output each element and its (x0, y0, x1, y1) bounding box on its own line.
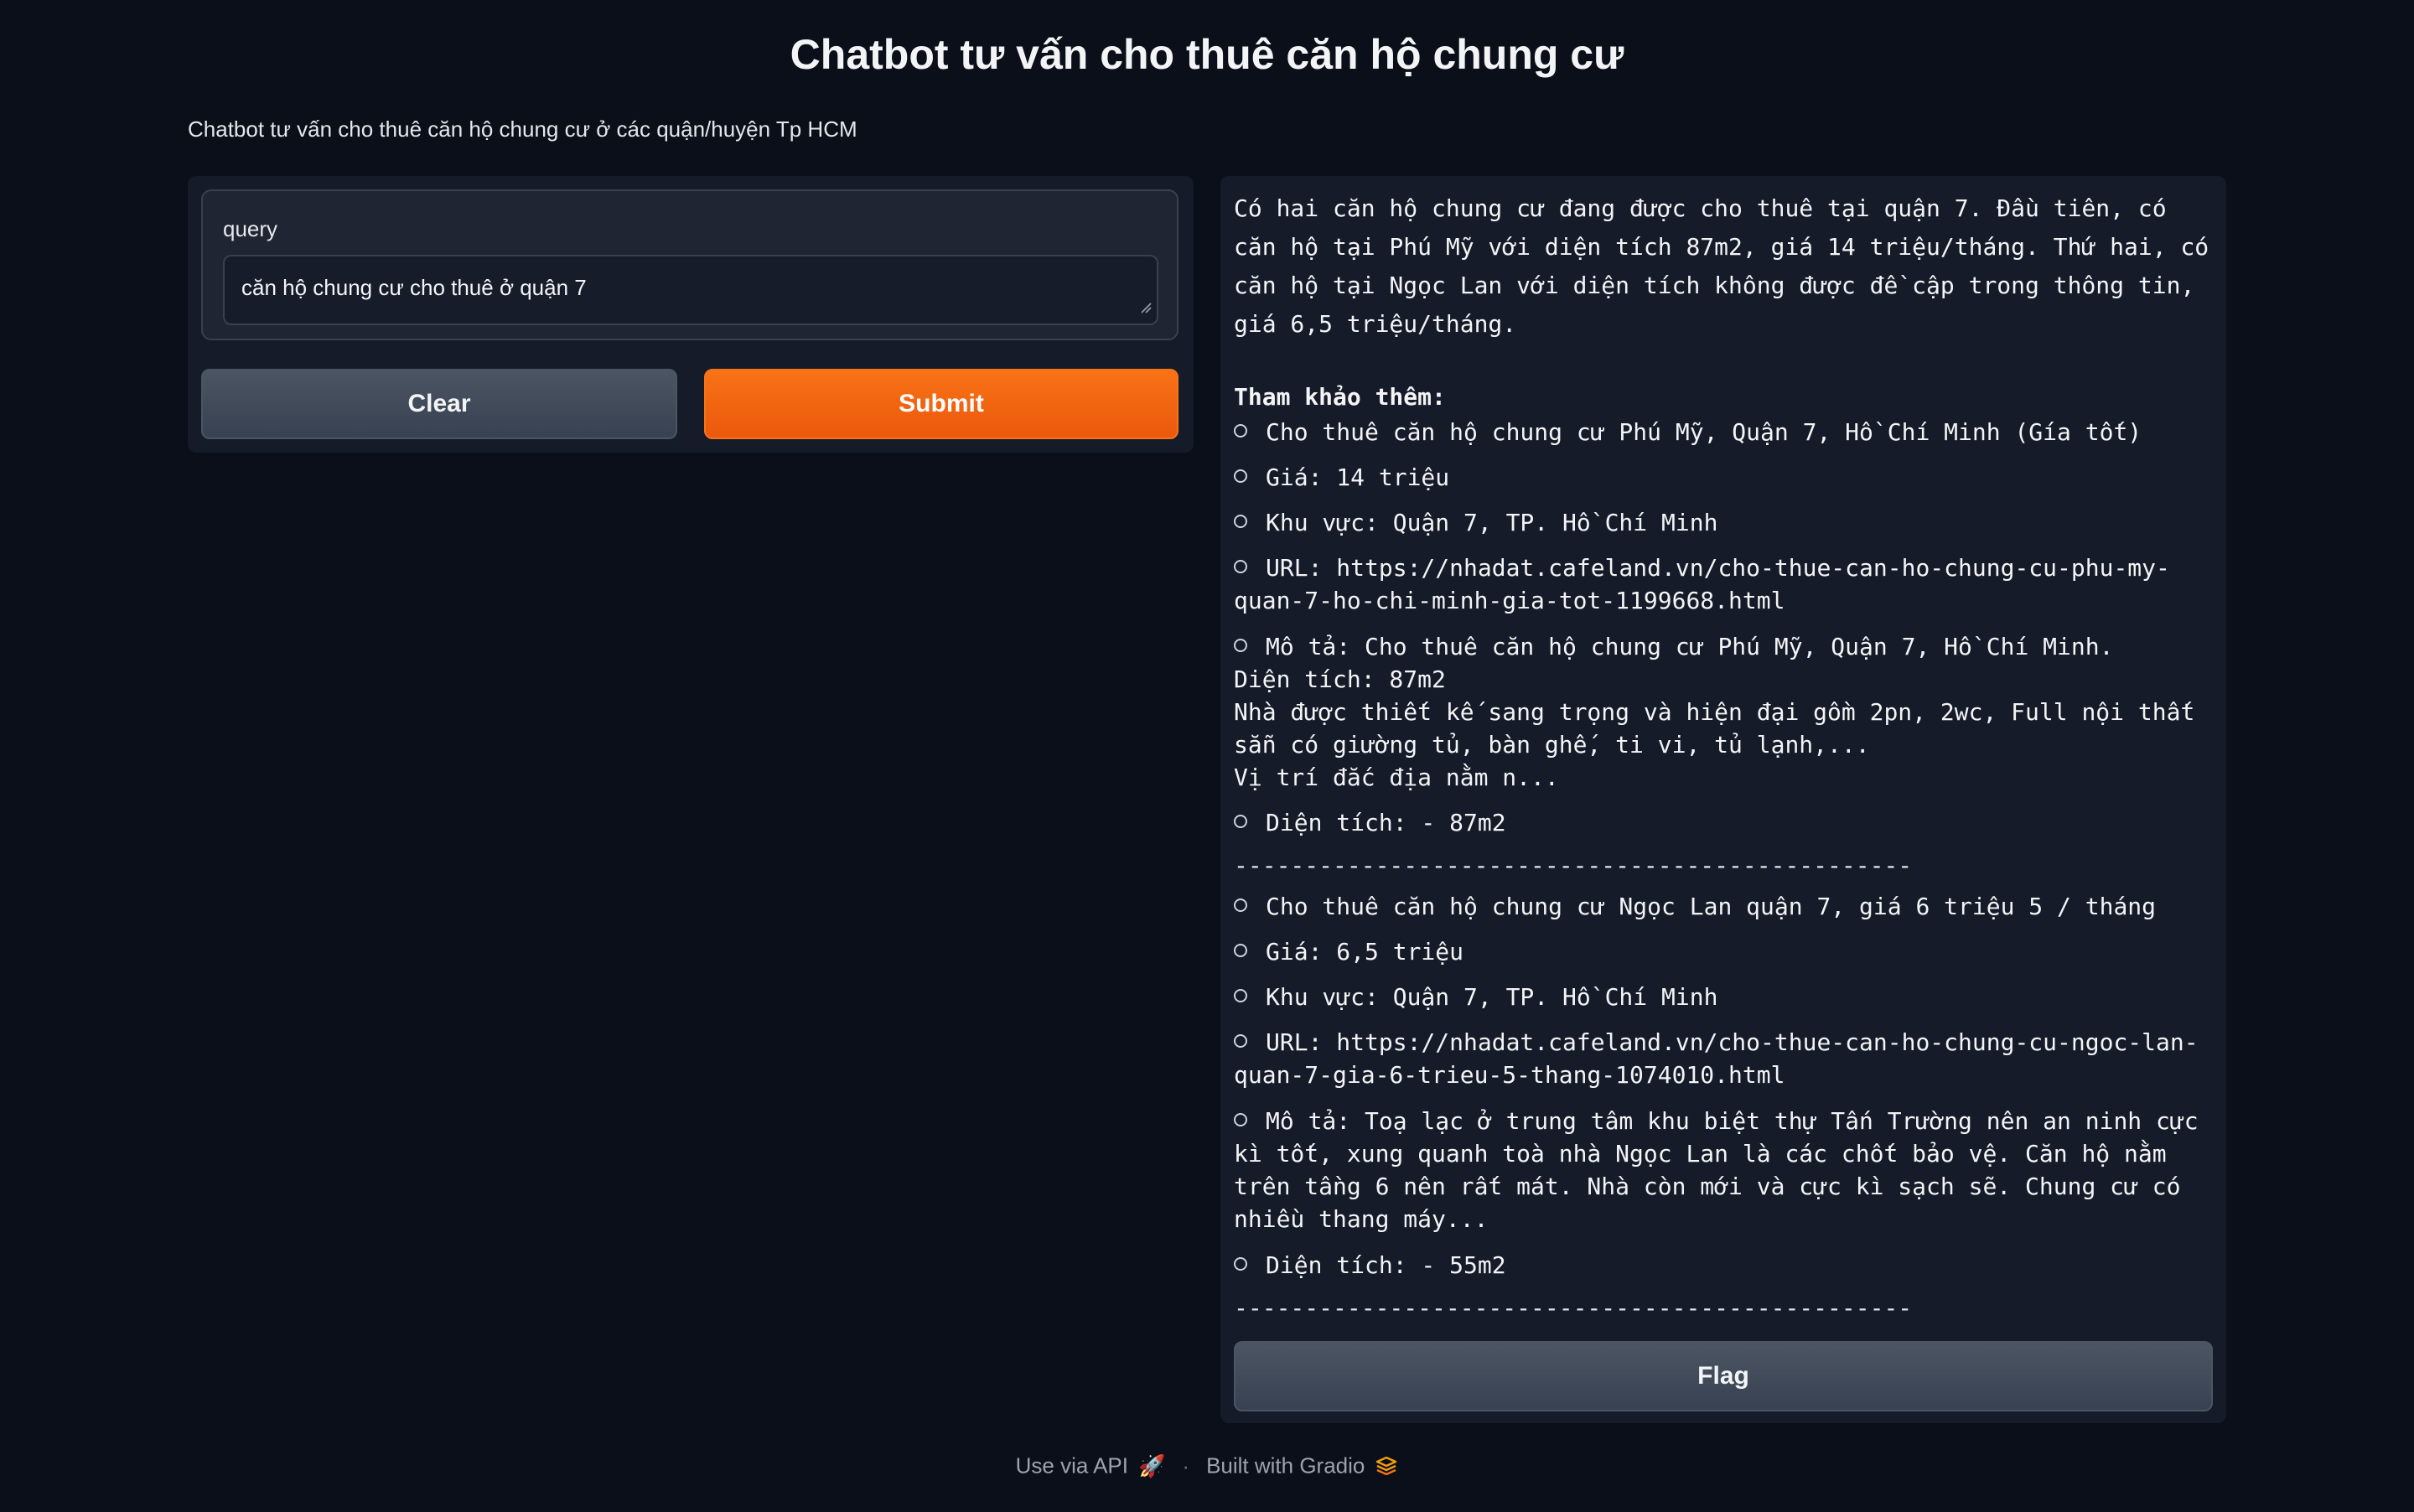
bullet-icon (1234, 424, 1247, 438)
listing-url[interactable]: URL: https://nhadat.cafeland.vn/cho-thue… (1266, 1028, 2199, 1056)
query-label: query (223, 216, 278, 241)
list-item: Mô tả: Toạ lạc ở trung tâm khu biệt thự … (1234, 1105, 2215, 1137)
bullet-icon (1234, 515, 1247, 528)
bullet-icon (1234, 944, 1247, 957)
listing-desc-line: Vị trí đắc địa nằm n... (1234, 764, 1559, 791)
footer-separator: · (1182, 1452, 1190, 1478)
listing-desc: Mô tả: Toạ lạc ở trung tâm khu biệt thự … (1266, 1107, 2199, 1135)
listing-desc: Mô tả: Cho thuê căn hộ chung cư Phú Mỹ, … (1266, 633, 2114, 660)
resize-grip-icon[interactable] (1140, 302, 1152, 313)
use-via-api-link[interactable]: Use via API (1016, 1453, 1128, 1478)
listing-size: Diện tích: - 55m2 (1266, 1251, 1506, 1279)
listing-size: Diện tích: - 87m2 (1266, 809, 1506, 836)
list-item: Khu vực: Quận 7, TP. Hồ Chí Minh (1234, 506, 2215, 539)
list-item: Cho thuê căn hộ chung cư Phú Mỹ, Quận 7,… (1234, 416, 2215, 448)
page-title: Chatbot tư vấn cho thuê căn hộ chung cư (790, 31, 1624, 78)
list-item: Diện tích: - 55m2 (1234, 1249, 2215, 1282)
refs-title: Tham khảo thêm: (1234, 383, 1446, 411)
listing-desc-line: Diện tích: 87m2 (1234, 665, 1446, 693)
listing-price: Giá: 6,5 triệu (1266, 938, 1464, 966)
list-item: URL: https://nhadat.cafeland.vn/cho-thue… (1234, 551, 2215, 584)
listing-desc-line: kì tốt, xung quanh toà nhà Ngọc Lan là c… (1234, 1140, 2167, 1168)
listing-desc-line: sẵn có giường tủ, bàn ghế, ti vi, tủ lạn… (1234, 731, 1870, 759)
bullet-icon (1234, 898, 1247, 912)
bullet-icon (1234, 1113, 1247, 1126)
bullet-icon (1234, 1257, 1247, 1271)
listing-area: Khu vực: Quận 7, TP. Hồ Chí Minh (1266, 983, 1718, 1011)
query-input[interactable]: căn hộ chung cư cho thuê ở quận 7 (223, 255, 1158, 325)
listing-url-cont[interactable]: quan-7-gia-6-trieu-5-thang-1074010.html (1234, 1059, 2215, 1091)
listing-desc-line: nhiều thang máy... (1234, 1205, 1489, 1233)
bullet-icon (1234, 469, 1247, 483)
bullet-icon (1234, 815, 1247, 828)
gradio-logo-icon (1376, 1457, 1397, 1476)
list-item: Mô tả: Cho thuê căn hộ chung cư Phú Mỹ, … (1234, 630, 2215, 663)
list-item: Khu vực: Quận 7, TP. Hồ Chí Minh (1234, 981, 2215, 1013)
built-with-gradio-link[interactable]: Built with Gradio (1206, 1453, 1365, 1478)
listing-title: Cho thuê căn hộ chung cư Ngọc Lan quận 7… (1266, 893, 2157, 920)
listing-desc-line: Nhà được thiết kế sang trọng và hiện đại… (1234, 698, 2195, 726)
list-item: Giá: 6,5 triệu (1234, 935, 2215, 968)
bullet-icon (1234, 989, 1247, 1002)
list-item: URL: https://nhadat.cafeland.vn/cho-thue… (1234, 1026, 2215, 1059)
rocket-icon: 🚀 (1138, 1452, 1166, 1478)
listing-price: Giá: 14 triệu (1266, 463, 1450, 491)
output-panel: Có hai căn hộ chung cư đang được cho thu… (1220, 176, 2226, 1423)
footer: Use via API 🚀 · Built with Gradio (0, 1452, 2414, 1479)
list-item: Diện tích: - 87m2 (1234, 806, 2215, 839)
flag-button[interactable]: Flag (1234, 1341, 2213, 1411)
divider: ----------------------------------------… (1234, 852, 1913, 879)
answer-summary: Có hai căn hộ chung cư đang được cho thu… (1234, 194, 2209, 338)
listing-desc-line: trên tầng 6 nên rất mát. Nhà còn mới và … (1234, 1173, 2181, 1200)
submit-button[interactable]: Submit (704, 369, 1179, 439)
bullet-icon (1234, 1034, 1247, 1048)
listing-url[interactable]: URL: https://nhadat.cafeland.vn/cho-thue… (1266, 554, 2170, 582)
bullet-icon (1234, 639, 1247, 652)
query-block: query căn hộ chung cư cho thuê ở quận 7 (201, 189, 1179, 340)
listing-title: Cho thuê căn hộ chung cư Phú Mỹ, Quận 7,… (1266, 418, 2142, 446)
listing-area: Khu vực: Quận 7, TP. Hồ Chí Minh (1266, 509, 1718, 536)
listing-url-cont[interactable]: quan-7-ho-chi-minh-gia-tot-1199668.html (1234, 584, 2215, 617)
clear-button[interactable]: Clear (201, 369, 677, 439)
divider: ----------------------------------------… (1234, 1294, 1913, 1322)
list-item: Cho thuê căn hộ chung cư Ngọc Lan quận 7… (1234, 890, 2215, 923)
input-panel: query căn hộ chung cư cho thuê ở quận 7 … (188, 176, 1194, 453)
bullet-icon (1234, 560, 1247, 573)
list-item: Giá: 14 triệu (1234, 461, 2215, 494)
page-description: Chatbot tư vấn cho thuê căn hộ chung cư … (188, 117, 857, 142)
